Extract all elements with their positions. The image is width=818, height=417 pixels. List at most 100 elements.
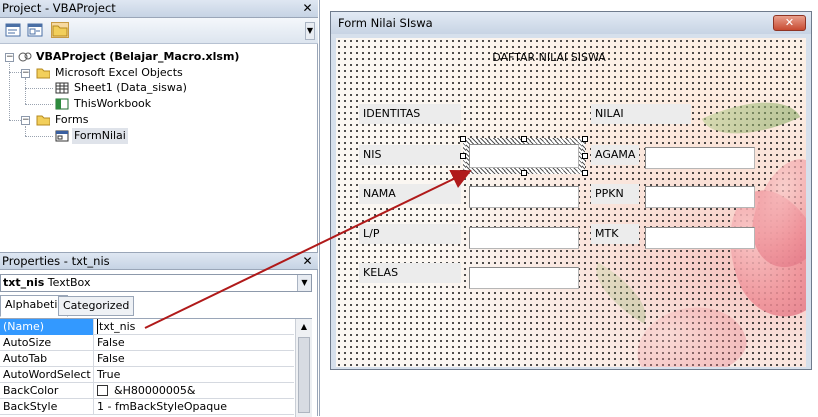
folder-open-icon <box>36 68 50 79</box>
toggle-folders-button[interactable] <box>51 22 69 38</box>
tree-item-thisworkbook[interactable]: ThisWorkbook <box>0 96 300 112</box>
property-value: False <box>97 336 125 349</box>
vba-project-icon <box>18 52 32 62</box>
label-mtk: MTK <box>591 224 639 244</box>
scrollbar-thumb[interactable] <box>298 337 310 413</box>
property-value: txt_nis <box>97 319 136 334</box>
nama-textbox[interactable] <box>469 186 579 208</box>
tree-label-forms: Forms <box>55 113 89 126</box>
collapse-icon[interactable]: − <box>21 116 30 125</box>
label-nilai: NILAI <box>591 104 691 124</box>
object-selector-name: txt_nis <box>3 276 45 289</box>
toolbar-overflow-arrow-icon[interactable]: ▼ <box>305 22 315 40</box>
view-code-button[interactable] <box>4 22 22 38</box>
label-lp: L/P <box>359 224 461 244</box>
property-row[interactable]: (Name) txt_nis <box>0 319 294 335</box>
tab-categorized[interactable]: Categorized <box>58 296 135 316</box>
property-value: &H80000005& <box>114 384 196 397</box>
collapse-icon[interactable]: − <box>21 69 30 78</box>
resize-handle[interactable] <box>460 153 466 159</box>
project-pane-title-text: Project - VBAProject <box>2 1 116 15</box>
tree-label-thisworkbook: ThisWorkbook <box>74 97 152 110</box>
project-pane-close-icon[interactable]: ✕ <box>301 2 314 15</box>
background-leaf <box>583 262 659 324</box>
resize-handle[interactable] <box>460 170 466 176</box>
lp-textbox[interactable] <box>469 227 579 249</box>
properties-pane-title-text: Properties - txt_nis <box>2 254 110 268</box>
resize-handle[interactable] <box>582 170 588 176</box>
label-ppkn: PPKN <box>591 184 639 204</box>
label-nama: NAMA <box>359 184 461 204</box>
property-name: (Name) <box>0 319 94 335</box>
label-kelas: KELAS <box>359 263 461 283</box>
property-value-input[interactable]: txt_nis <box>97 319 135 335</box>
worksheet-icon <box>55 82 69 94</box>
property-grid: (Name) txt_nis AutoSize False AutoTab Fa… <box>0 318 312 417</box>
userform-canvas[interactable]: DAFTAR NILAI SISWA IDENTITAS NILAI NIS N… <box>336 38 806 367</box>
property-name: AutoWordSelect <box>0 367 94 383</box>
resize-handle[interactable] <box>460 136 466 142</box>
resize-handle[interactable] <box>521 170 527 176</box>
resize-handle[interactable] <box>582 153 588 159</box>
scroll-up-icon[interactable]: ▲ <box>296 319 312 335</box>
ppkn-textbox[interactable] <box>645 186 755 208</box>
property-name: BackColor <box>0 383 94 399</box>
property-value: False <box>97 352 125 365</box>
mtk-textbox[interactable] <box>645 227 755 249</box>
userform-icon <box>55 130 69 142</box>
resize-handle[interactable] <box>582 136 588 142</box>
property-value-color: &H80000005& <box>97 383 195 399</box>
folder-icon <box>52 25 68 37</box>
color-swatch <box>97 385 108 396</box>
tree-item-excel-objects[interactable]: − Microsoft Excel Objects <box>0 65 300 81</box>
properties-pane-title: Properties - txt_nis ✕ <box>0 252 318 270</box>
userform-title-bar[interactable]: Form Nilai SIswa ✕ <box>331 12 811 34</box>
property-value: True <box>97 368 121 381</box>
close-icon[interactable]: ✕ <box>773 15 806 31</box>
collapse-icon[interactable]: − <box>5 53 14 62</box>
view-code-icon <box>5 23 21 37</box>
object-selector-type: TextBox <box>47 276 91 289</box>
chevron-down-icon[interactable]: ▼ <box>297 275 311 291</box>
properties-pane-close-icon[interactable]: ✕ <box>301 255 314 268</box>
property-name: AutoSize <box>0 335 94 351</box>
userform-title: Form Nilai SIswa <box>338 16 433 30</box>
agama-textbox[interactable] <box>645 147 755 169</box>
tree-item-vbaproject[interactable]: − VBAProject (Belajar_Macro.xlsm) <box>0 49 300 65</box>
project-pane-title: Project - VBAProject ✕ <box>0 0 318 18</box>
property-row[interactable]: BackStyle 1 - fmBackStyleOpaque <box>0 399 294 415</box>
property-row[interactable]: AutoTab False <box>0 351 294 367</box>
workbook-icon <box>55 98 69 110</box>
label-identitas: IDENTITAS <box>359 104 461 124</box>
form-heading: DAFTAR NILAI SISWA <box>492 51 606 64</box>
tree-item-formnilai[interactable]: FormNilai <box>0 128 300 144</box>
property-row[interactable]: BackColor &H80000005& <box>0 383 294 399</box>
property-row[interactable]: AutoSize False <box>0 335 294 351</box>
userform-window: Form Nilai SIswa ✕ DAFTAR NILAI SISWA ID… <box>330 11 812 370</box>
tree-label-formnilai: FormNilai <box>72 128 128 144</box>
project-toolbar: ▼ <box>0 18 318 44</box>
nis-textbox[interactable] <box>469 144 579 168</box>
background-flower-petal <box>630 298 752 367</box>
label-agama: AGAMA <box>591 145 639 165</box>
background-leaf <box>701 80 801 156</box>
tree-label-vbaproject: VBAProject (Belajar_Macro.xlsm) <box>36 50 240 63</box>
kelas-textbox[interactable] <box>469 267 579 289</box>
property-grid-scrollbar[interactable]: ▲ <box>295 319 312 417</box>
label-nis: NIS <box>359 145 461 165</box>
resize-handle[interactable] <box>521 136 527 142</box>
view-object-button[interactable] <box>26 22 44 38</box>
tree-label-excel-objects: Microsoft Excel Objects <box>55 66 183 79</box>
view-object-icon <box>27 23 43 37</box>
property-name: AutoTab <box>0 351 94 367</box>
property-name: BackStyle <box>0 399 94 415</box>
tree-label-sheet1: Sheet1 (Data_siswa) <box>74 81 187 94</box>
properties-pane: Properties - txt_nis ✕ txt_nis TextBox ▼… <box>0 252 318 417</box>
folder-open-icon <box>36 115 50 126</box>
property-row[interactable]: AutoWordSelect True <box>0 367 294 383</box>
tree-item-sheet1[interactable]: Sheet1 (Data_siswa) <box>0 80 300 96</box>
property-value: 1 - fmBackStyleOpaque <box>97 400 227 413</box>
tree-item-forms[interactable]: − Forms <box>0 112 300 128</box>
project-explorer-pane: Project - VBAProject ✕ ▼ − VBAProject (B… <box>0 0 318 252</box>
object-selector-dropdown[interactable]: txt_nis TextBox ▼ <box>0 274 312 292</box>
